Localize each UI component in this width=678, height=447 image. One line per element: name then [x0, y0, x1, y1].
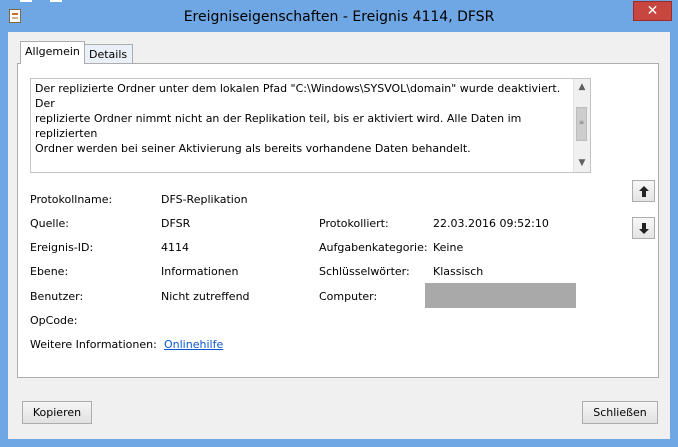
scroll-grip-icon: ≡: [579, 119, 585, 126]
opcode-label: OpCode:: [30, 314, 78, 327]
protokollname-label: Protokollname:: [30, 193, 113, 206]
protokolliert-value: 22.03.2016 09:52:10: [433, 217, 549, 230]
previous-event-button[interactable]: [632, 180, 655, 202]
arrow-down-icon: [639, 223, 649, 234]
tab-allgemein[interactable]: Allgemein: [20, 41, 85, 64]
aufgabenkategorie-value: Keine: [433, 241, 464, 254]
next-event-button[interactable]: [632, 217, 655, 239]
close-icon: ✕: [646, 3, 659, 19]
ereignis-id-label: Ereignis-ID:: [30, 241, 94, 254]
event-description-box[interactable]: Der replizierte Ordner unter dem lokalen…: [30, 78, 591, 173]
ebene-value: Informationen: [161, 265, 239, 278]
event-properties-window: Ereigniseigenschaften - Ereignis 4114, D…: [0, 0, 678, 447]
window-title: Ereigniseigenschaften - Ereignis 4114, D…: [183, 9, 495, 25]
close-window-button[interactable]: ✕: [633, 1, 672, 21]
tab-panel-general: Der replizierte Ordner unter dem lokalen…: [17, 63, 659, 378]
onlinehilfe-link[interactable]: Onlinehilfe: [164, 338, 223, 352]
tab-details[interactable]: Details: [85, 44, 133, 64]
benutzer-label: Benutzer:: [30, 290, 84, 303]
scroll-thumb[interactable]: ≡: [576, 107, 587, 141]
titlebar-artifact: [0, 0, 80, 2]
event-log-icon: [9, 9, 21, 23]
event-description-text: Der replizierte Ordner unter dem lokalen…: [35, 82, 561, 155]
arrow-up-icon: [639, 186, 649, 197]
description-scrollbar[interactable]: ▲ ≡ ▼: [573, 79, 590, 172]
benutzer-value: Nicht zutreffend: [161, 290, 250, 303]
computer-label: Computer:: [319, 290, 378, 303]
copy-button[interactable]: Kopieren: [22, 401, 92, 424]
weitere-informationen-label: Weitere Informationen:: [30, 338, 157, 351]
protokollname-value: DFS-Replikation: [161, 193, 248, 206]
ereignis-id-value: 4114: [161, 241, 189, 254]
dialog-body: Allgemein Details Der replizierte Ordner…: [8, 32, 670, 439]
quelle-value: DFSR: [161, 217, 191, 230]
close-button[interactable]: Schließen: [582, 401, 658, 424]
schluesselwoerter-label: Schlüsselwörter:: [319, 265, 410, 278]
ebene-label: Ebene:: [30, 265, 69, 278]
quelle-label: Quelle:: [30, 217, 69, 230]
scroll-down-arrow-icon[interactable]: ▼: [574, 155, 590, 172]
schluesselwoerter-value: Klassisch: [433, 265, 484, 278]
title-bar[interactable]: Ereigniseigenschaften - Ereignis 4114, D…: [0, 0, 678, 32]
computer-value-redacted: [425, 283, 576, 308]
scroll-up-arrow-icon[interactable]: ▲: [574, 79, 590, 96]
protokolliert-label: Protokolliert:: [319, 217, 389, 230]
aufgabenkategorie-label: Aufgabenkategorie:: [319, 241, 428, 254]
